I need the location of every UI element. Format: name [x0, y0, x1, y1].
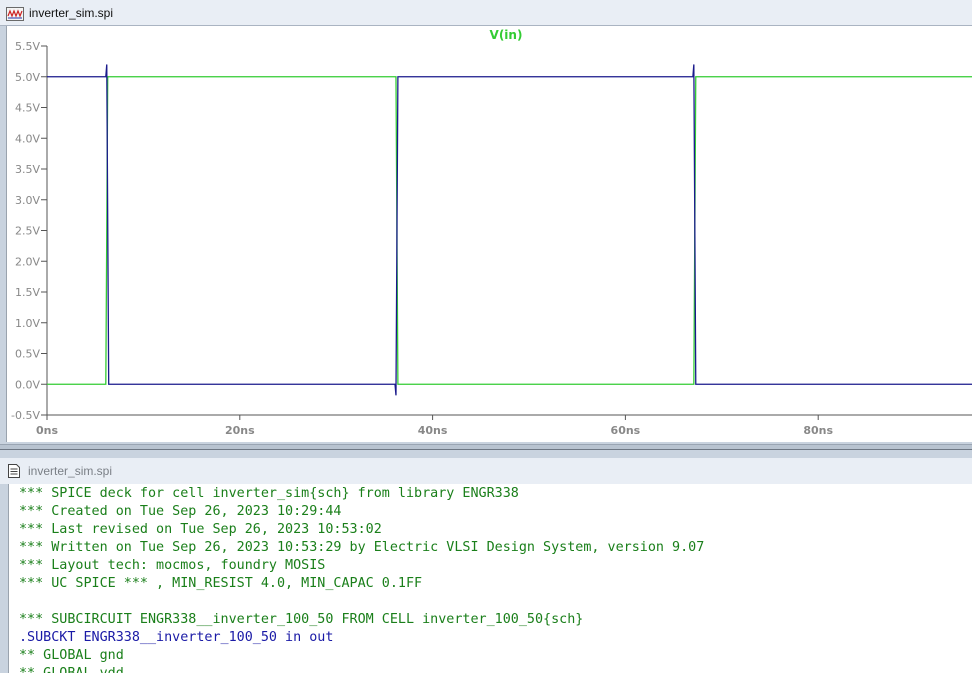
- y-tick-label: 1.0V: [15, 317, 40, 330]
- y-tick-label: -0.5V: [11, 409, 40, 422]
- y-tick-label: 2.0V: [15, 255, 40, 268]
- y-tick-label: 3.5V: [15, 163, 40, 176]
- document-icon: [6, 463, 22, 479]
- y-tick-label: 5.5V: [15, 40, 40, 53]
- netlist-line[interactable]: ** GLOBAL vdd: [19, 665, 972, 673]
- netlist-line[interactable]: *** Layout tech: mocmos, foundry MOSIS: [19, 557, 972, 575]
- netlist-line[interactable]: *** SUBCIRCUIT ENGR338__inverter_100_50 …: [19, 611, 972, 629]
- y-tick-label: 3.0V: [15, 194, 40, 207]
- netlist-lines[interactable]: *** SPICE deck for cell inverter_sim{sch…: [9, 484, 972, 673]
- netlist-line[interactable]: [19, 593, 972, 611]
- netlist-line[interactable]: *** Created on Tue Sep 26, 2023 10:29:44: [19, 503, 972, 521]
- netlist-window-title: inverter_sim.spi: [28, 464, 113, 478]
- y-tick-label: 2.5V: [15, 225, 40, 238]
- waveform-window-titlebar[interactable]: inverter_sim.spi: [0, 0, 972, 26]
- x-tick-label: 0ns: [36, 424, 58, 437]
- waveform-plot-pane[interactable]: V(in) 5.5V 5.0V 4.5V 4.0V 3.5V 3.0V 2.5V 2.0V 1.…: [6, 26, 972, 442]
- netlist-line[interactable]: *** Written on Tue Sep 26, 2023 10:53:29…: [19, 539, 972, 557]
- y-tick-label: 4.0V: [15, 132, 40, 145]
- x-tick-label: 60ns: [611, 424, 641, 437]
- netlist-line[interactable]: *** Last revised on Tue Sep 26, 2023 10:…: [19, 521, 972, 539]
- y-tick-label: 1.5V: [15, 286, 40, 299]
- trace-vout[interactable]: [47, 64, 972, 396]
- netlist-line[interactable]: *** SPICE deck for cell inverter_sim{sch…: [19, 485, 972, 503]
- netlist-line[interactable]: .SUBCKT ENGR338__inverter_100_50 in out: [19, 629, 972, 647]
- waveform-plot[interactable]: V(in) 5.5V 5.0V 4.5V 4.0V 3.5V 3.0V 2.5V 2.0V 1.…: [7, 26, 972, 442]
- y-tick-label: 0.5V: [15, 348, 40, 361]
- netlist-line[interactable]: ** GLOBAL gnd: [19, 647, 972, 665]
- y-tick-label: 0.0V: [15, 378, 40, 391]
- netlist-line[interactable]: *** UC SPICE *** , MIN_RESIST 4.0, MIN_C…: [19, 575, 972, 593]
- y-tick-label: 4.5V: [15, 102, 40, 115]
- netlist-window-titlebar[interactable]: inverter_sim.spi: [0, 458, 972, 484]
- y-tick-label: 5.0V: [15, 71, 40, 84]
- trace-label-vin[interactable]: V(in): [490, 28, 523, 42]
- x-tick-label: 80ns: [803, 424, 833, 437]
- netlist-text-editor[interactable]: *** SPICE deck for cell inverter_sim{sch…: [8, 484, 972, 673]
- trace-vin[interactable]: [47, 76, 972, 385]
- waveform-icon: [6, 6, 24, 21]
- pane-splitter[interactable]: [0, 444, 972, 450]
- waveform-window-title: inverter_sim.spi: [29, 5, 114, 20]
- x-tick-label: 20ns: [225, 424, 255, 437]
- x-tick-label: 40ns: [418, 424, 448, 437]
